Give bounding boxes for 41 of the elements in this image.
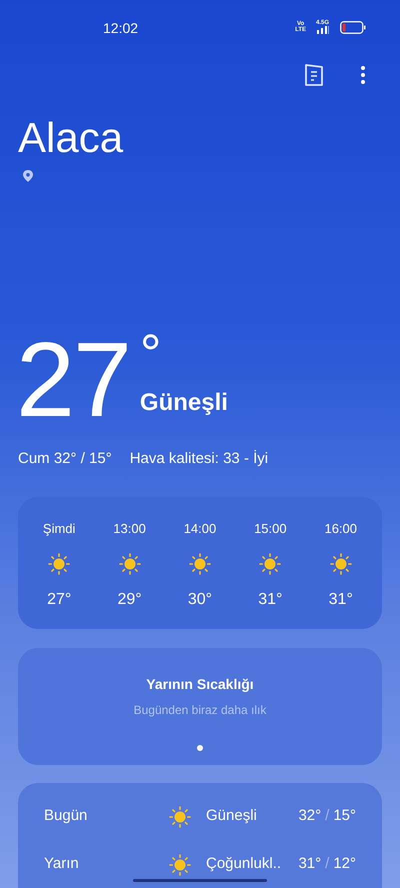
day-name: Bugün	[44, 806, 88, 826]
sun-icon	[188, 552, 212, 576]
more-options-icon[interactable]	[360, 65, 366, 85]
battery-icon	[340, 20, 366, 34]
hour-label: 14:00	[184, 520, 216, 538]
hour-temperature: 31°	[258, 590, 282, 610]
day-high: 32°	[298, 806, 322, 826]
current-condition: Güneşli	[140, 388, 228, 418]
day-low: 12°	[333, 854, 356, 874]
air-quality: Hava kalitesi: 33 - İyi	[130, 449, 268, 469]
hour-temperature: 29°	[117, 590, 142, 610]
day-condition: Çoğunlukl..	[206, 854, 282, 874]
status-time: 12:02	[103, 19, 138, 38]
sun-icon	[328, 552, 353, 576]
signal-icon	[316, 26, 330, 34]
hour-label: 13:00	[113, 520, 146, 538]
temperature-separator: /	[325, 854, 330, 874]
sun-icon	[168, 852, 192, 876]
day-high: 31°	[298, 854, 322, 874]
tomorrow-title: Yarının Sıcaklığı	[146, 674, 254, 694]
sun-icon	[118, 552, 142, 576]
hour-temperature: 27°	[47, 590, 72, 610]
hour-temperature: 30°	[188, 590, 212, 610]
temperature-separator: /	[325, 806, 330, 826]
hour-label: Şimdi	[42, 520, 76, 538]
degree-symbol: °	[140, 334, 163, 374]
city-name: Alaca	[18, 114, 124, 162]
hour-temperature: 31°	[328, 590, 353, 610]
document-icon[interactable]	[304, 63, 324, 87]
day-range: Cum 32° / 15°	[18, 449, 112, 469]
current-temperature: 27	[16, 334, 130, 426]
sun-icon	[47, 552, 72, 576]
tomorrow-subtitle: Bugünden biraz daha ılık	[134, 702, 266, 718]
day-low: 15°	[333, 806, 356, 826]
hour-label: 15:00	[254, 520, 287, 538]
sun-icon	[168, 804, 192, 828]
hour-label: 16:00	[324, 520, 358, 538]
sun-icon	[258, 552, 282, 576]
day-name: Yarın	[44, 854, 80, 874]
day-condition: Güneşli	[206, 806, 258, 826]
location-pin-icon	[23, 170, 33, 182]
